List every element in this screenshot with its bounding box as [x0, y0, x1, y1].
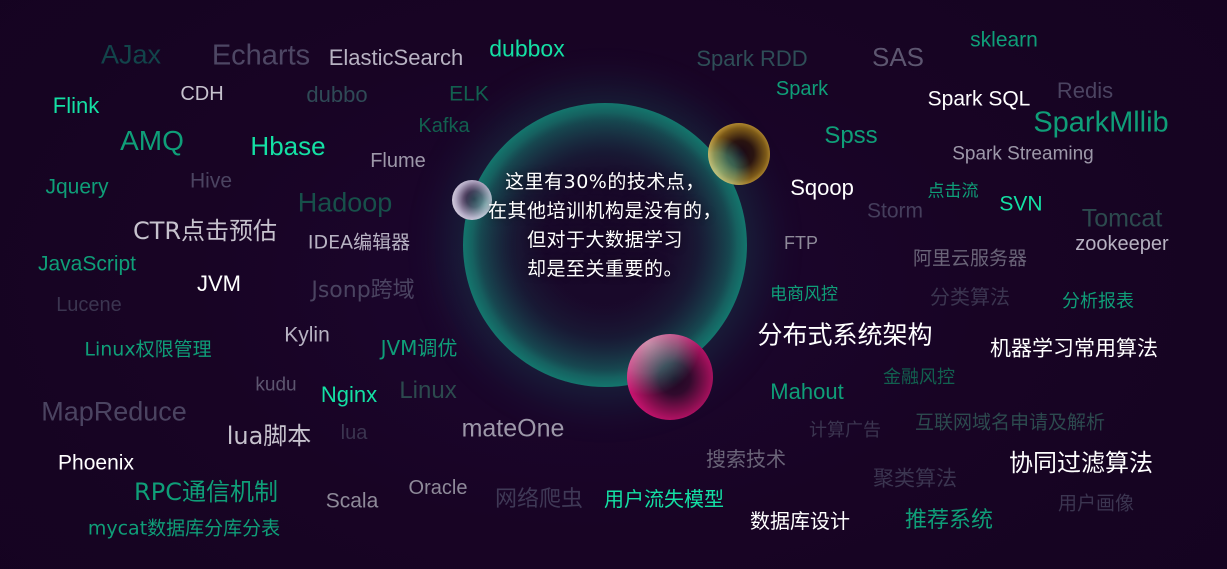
center-message-line: 但对于大数据学习: [526, 229, 683, 251]
cloud-word[interactable]: JavaScript: [38, 254, 136, 275]
cloud-word[interactable]: 点击流: [928, 183, 979, 201]
cloud-word[interactable]: Jsonp跨域: [311, 280, 414, 302]
cloud-word[interactable]: Kafka: [418, 116, 469, 136]
cloud-word[interactable]: mycat数据库分库分表: [88, 519, 280, 539]
cloud-word[interactable]: Spss: [824, 124, 877, 148]
cloud-word[interactable]: Spark SQL: [928, 89, 1031, 110]
cloud-word[interactable]: ELK: [449, 84, 489, 105]
pink-sphere: [627, 334, 713, 420]
cloud-word[interactable]: Storm: [867, 201, 923, 222]
cloud-word[interactable]: lua: [341, 423, 368, 443]
cloud-word[interactable]: 机器学习常用算法: [990, 338, 1158, 360]
cloud-word[interactable]: zookeeper: [1075, 234, 1168, 254]
cloud-word[interactable]: ElasticSearch: [329, 47, 464, 69]
cloud-word[interactable]: Flume: [370, 151, 426, 171]
cloud-word[interactable]: JVM: [197, 273, 241, 295]
cloud-word[interactable]: 阿里云服务器: [913, 249, 1027, 269]
word-cloud-canvas: 这里有30%的技术点， 在其他培训机构是没有的， 但对于大数据学习 却是至关重要的。 …: [0, 0, 1227, 569]
cloud-word[interactable]: 金融风控: [883, 369, 955, 387]
cloud-word[interactable]: Lucene: [56, 295, 122, 315]
cloud-word[interactable]: JVM调优: [381, 338, 458, 358]
cloud-word[interactable]: 推荐系统: [905, 510, 993, 532]
cloud-word[interactable]: Jquery: [45, 177, 108, 198]
cloud-word[interactable]: SparkMllib: [1033, 108, 1168, 138]
cloud-word[interactable]: 分类算法: [930, 287, 1010, 307]
cloud-word[interactable]: 网络爬虫: [495, 489, 583, 511]
cloud-word[interactable]: 互联网域名申请及解析: [915, 413, 1105, 433]
cloud-word[interactable]: Tomcat: [1082, 206, 1163, 232]
cloud-word[interactable]: Oracle: [409, 478, 468, 498]
pink-sphere-highlight: [627, 334, 713, 420]
cloud-word[interactable]: Flink: [53, 95, 99, 117]
cloud-word[interactable]: 协同过滤算法: [1009, 451, 1153, 475]
cloud-word[interactable]: AMQ: [120, 127, 184, 155]
cloud-word[interactable]: Linux权限管理: [84, 340, 211, 360]
cloud-word[interactable]: Spark: [776, 79, 828, 99]
cloud-word[interactable]: 分布式系统架构: [757, 323, 932, 348]
cloud-word[interactable]: Phoenix: [58, 453, 134, 474]
center-message-line: 这里有30%的技术点，: [505, 171, 705, 193]
cloud-word[interactable]: IDEA编辑器: [308, 233, 410, 253]
cloud-word[interactable]: Redis: [1057, 80, 1113, 102]
cloud-word[interactable]: 用户流失模型: [604, 489, 724, 509]
center-message: 这里有30%的技术点， 在其他培训机构是没有的， 但对于大数据学习 却是至关重要的。: [463, 168, 747, 284]
cloud-word[interactable]: dubbo: [306, 84, 367, 106]
cloud-word[interactable]: CDH: [180, 84, 223, 104]
cloud-word[interactable]: 用户画像: [1058, 494, 1134, 514]
center-message-line: 在其他培训机构是没有的，: [487, 200, 722, 222]
cloud-word[interactable]: kudu: [255, 376, 296, 395]
cloud-word[interactable]: 数据库设计: [750, 511, 850, 531]
cloud-word[interactable]: Hadoop: [298, 189, 393, 217]
cloud-word[interactable]: SAS: [872, 44, 924, 70]
cloud-word[interactable]: 聚类算法: [873, 468, 957, 490]
cloud-word[interactable]: Sqoop: [790, 177, 854, 199]
cloud-word[interactable]: SVN: [999, 194, 1042, 215]
cloud-word[interactable]: Mahout: [770, 381, 843, 403]
cloud-word[interactable]: Hive: [190, 171, 232, 192]
cloud-word[interactable]: lua脚本: [227, 424, 312, 448]
cloud-word[interactable]: 分析报表: [1062, 293, 1134, 311]
cloud-word[interactable]: FTP: [784, 234, 818, 252]
cloud-word[interactable]: mateOne: [462, 416, 565, 442]
cloud-word[interactable]: 搜索技术: [706, 449, 786, 469]
cloud-word[interactable]: Linux: [399, 379, 456, 403]
cloud-word[interactable]: CTR点击预估: [133, 219, 277, 243]
cloud-word[interactable]: 电商风控: [770, 286, 838, 304]
center-message-line: 却是至关重要的。: [526, 258, 683, 280]
cloud-word[interactable]: Spark RDD: [696, 48, 807, 70]
cloud-word[interactable]: MapReduce: [41, 398, 187, 426]
cloud-word[interactable]: Nginx: [321, 384, 377, 406]
cloud-word[interactable]: 计算广告: [809, 422, 881, 440]
cloud-word[interactable]: Spark Streaming: [952, 145, 1094, 164]
cloud-word[interactable]: Hbase: [250, 133, 325, 159]
cloud-word[interactable]: Scala: [326, 491, 379, 512]
cloud-word[interactable]: Kylin: [284, 325, 330, 346]
cloud-word[interactable]: AJax: [101, 41, 161, 69]
cloud-word[interactable]: Echarts: [212, 41, 310, 71]
cloud-word[interactable]: dubbox: [489, 37, 564, 61]
cloud-word[interactable]: sklearn: [970, 30, 1038, 51]
cloud-word[interactable]: RPC通信机制: [134, 480, 278, 504]
